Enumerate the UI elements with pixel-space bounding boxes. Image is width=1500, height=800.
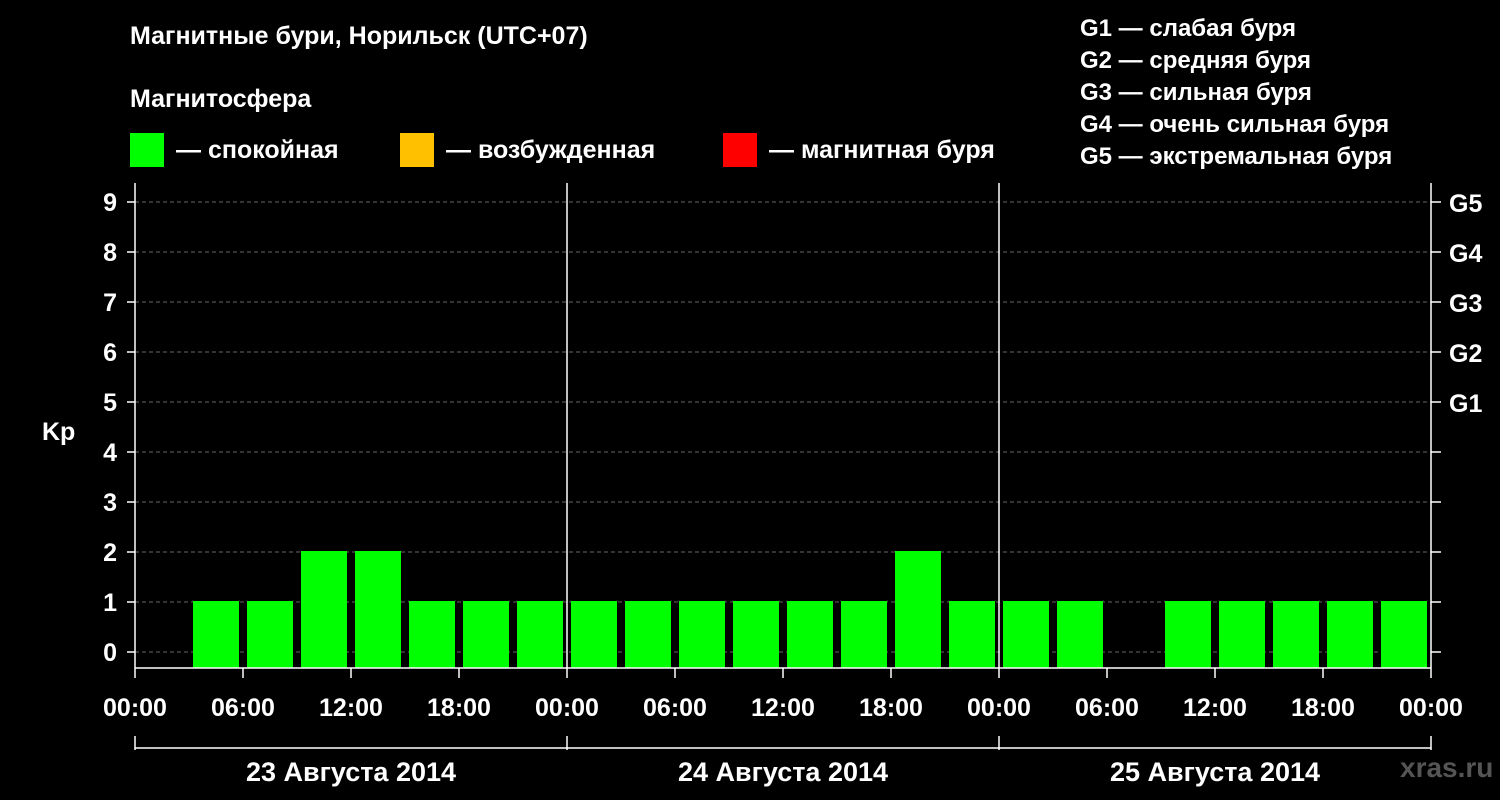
watermark: xras.ru [1400, 752, 1494, 783]
kp-bar [787, 601, 833, 668]
kp-bar [247, 601, 293, 668]
kp-bar [733, 601, 779, 668]
kp-bar [1165, 601, 1211, 668]
x-tick-label: 06:00 [211, 694, 275, 722]
g-tick-label: G4 [1449, 240, 1482, 268]
kp-bar [1219, 601, 1265, 668]
kp-bar [463, 601, 509, 668]
g-tick-label: G3 [1449, 290, 1482, 318]
kp-bar [679, 601, 725, 668]
day-label: 25 Августа 2014 [1110, 757, 1320, 787]
kp-bar [409, 601, 455, 668]
x-tick-label: 06:00 [1075, 694, 1139, 722]
g-tick-label: G1 [1449, 390, 1482, 418]
x-tick-label: 18:00 [427, 694, 491, 722]
kp-bar [841, 601, 887, 668]
y-tick-label: 3 [103, 489, 117, 517]
kp-bar [949, 601, 995, 668]
y-tick-label: 0 [103, 639, 117, 667]
y-axis-label: Kp [42, 418, 75, 446]
y-tick-label: 7 [103, 289, 117, 317]
kp-bar [301, 551, 347, 668]
x-tick-label: 00:00 [1399, 694, 1463, 722]
g-tick-label: G2 [1449, 340, 1482, 368]
kp-bar [193, 601, 239, 668]
day-label: 23 Августа 2014 [246, 757, 456, 787]
kp-bar [355, 551, 401, 668]
y-tick-label: 2 [103, 539, 117, 567]
g-tick-label: G5 [1449, 190, 1482, 218]
x-tick-label: 12:00 [751, 694, 815, 722]
kp-bar [1381, 601, 1427, 668]
kp-bar [625, 601, 671, 668]
y-tick-label: 1 [103, 589, 117, 617]
x-tick-label: 06:00 [643, 694, 707, 722]
kp-bar [1273, 601, 1319, 668]
day-label: 24 Августа 2014 [678, 757, 888, 787]
x-tick-label: 12:00 [319, 694, 383, 722]
x-tick-label: 00:00 [967, 694, 1031, 722]
y-tick-label: 6 [103, 339, 117, 367]
x-tick-label: 00:00 [535, 694, 599, 722]
y-tick-label: 8 [103, 239, 117, 267]
x-tick-label: 18:00 [859, 694, 923, 722]
kp-bar [1057, 601, 1103, 668]
kp-bar [1327, 601, 1373, 668]
y-tick-label: 9 [103, 189, 117, 217]
kp-chart: 0 1 2 3 4 5 6 7 8 9 G1 G2 G3 G4 G5 Kp 00:00 06:00 12:00 18:… [42, 183, 1482, 787]
kp-bar [517, 601, 563, 668]
kp-bar [895, 551, 941, 668]
kp-bar [1003, 601, 1049, 668]
kp-bar [571, 601, 617, 668]
x-tick-label: 00:00 [103, 694, 167, 722]
y-tick-label: 4 [103, 439, 117, 467]
x-tick-label: 12:00 [1183, 694, 1247, 722]
x-tick-label: 18:00 [1291, 694, 1355, 722]
y-tick-label: 5 [103, 389, 117, 417]
